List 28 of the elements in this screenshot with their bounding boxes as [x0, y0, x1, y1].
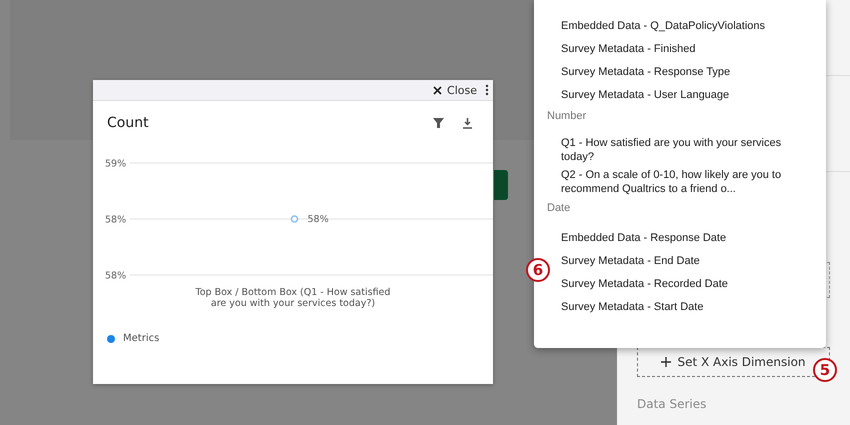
data-point: [290, 215, 298, 223]
group-header: Date: [546, 201, 572, 216]
axis-title: Top Box / Bottom Box (Q1 - How satisfied are you with your services today?): [194, 287, 392, 309]
y-tick-label: 58%: [105, 270, 126, 282]
close-button[interactable]: Close: [429, 84, 481, 96]
plus-icon: [661, 357, 672, 367]
legend-label: Metrics: [123, 333, 160, 344]
group-header: Number: [546, 109, 588, 124]
section-label: Data Series: [637, 397, 708, 411]
menu-item[interactable]: Q2 - On a scale of 0-10, how likely are you to recommend Qualtrics to a friend o...: [561, 168, 826, 196]
menu-item[interactable]: Survey Metadata - Finished: [561, 39, 716, 58]
filter-icon[interactable]: [433, 118, 444, 128]
menu-item[interactable]: Survey Metadata - Response Type: [561, 62, 750, 81]
menu-item[interactable]: Survey Metadata - Start Date: [561, 297, 724, 316]
data-label: 58%: [308, 214, 329, 225]
menu-item[interactable]: Q1 - How satisfied are you with your services today?: [561, 136, 826, 164]
menu-item[interactable]: Survey Metadata - Recorded Date: [561, 274, 748, 293]
download-icon[interactable]: [462, 118, 473, 128]
menu-item[interactable]: Embedded Data - Response Date: [561, 228, 746, 247]
y-tick-label: 59%: [105, 158, 126, 170]
y-tick-label: 58%: [105, 214, 126, 226]
menu-item[interactable]: Survey Metadata - User Language: [561, 85, 750, 104]
more-icon[interactable]: [485, 84, 489, 96]
chart-title: Count: [107, 115, 150, 131]
menu-item[interactable]: Survey Metadata - End Date: [561, 251, 720, 270]
menu-item[interactable]: Embedded Data - Q_DataPolicyViolations: [561, 16, 786, 35]
step-marker: 6: [526, 258, 550, 282]
close-icon: [433, 86, 442, 94]
